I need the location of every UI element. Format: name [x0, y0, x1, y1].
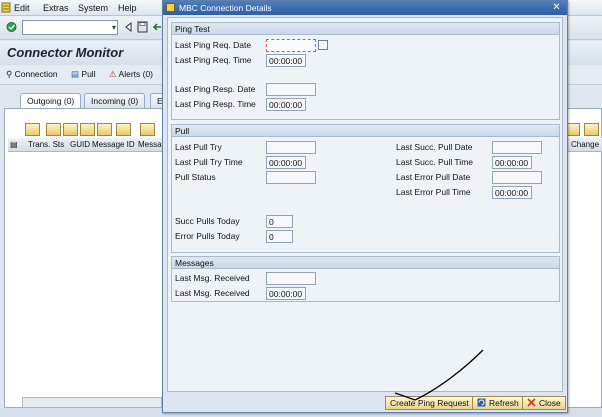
- pull-status-label: Pull Status: [175, 172, 216, 182]
- pull-icon: ▤: [71, 69, 80, 79]
- last-succ-pull-time-field[interactable]: [492, 156, 532, 169]
- alert-icon: ⚠: [109, 69, 117, 79]
- page-title: Connector Monitor: [7, 45, 124, 60]
- find-icon[interactable]: [80, 123, 95, 136]
- last-error-pull-date-field[interactable]: [492, 171, 542, 184]
- refresh-label: Refresh: [489, 398, 519, 408]
- sort-asc-icon[interactable]: [46, 123, 61, 136]
- filter-icon[interactable]: [116, 123, 131, 136]
- horizontal-scrollbar[interactable]: [22, 397, 162, 408]
- last-pull-try-label: Last Pull Try: [175, 142, 222, 152]
- last-pull-try-time-field[interactable]: [266, 156, 306, 169]
- ping-req-time-label: Last Ping Req. Time: [175, 55, 252, 65]
- menu-extras[interactable]: Extras: [43, 3, 69, 13]
- dialog-title: MBC Connection Details: [179, 3, 272, 13]
- last-msg-received-time-field[interactable]: [266, 287, 306, 300]
- enter-icon[interactable]: [6, 21, 17, 33]
- close-button[interactable]: Close: [522, 396, 566, 410]
- col-messa[interactable]: Messa: [138, 140, 162, 149]
- tab-incoming[interactable]: Incoming (0): [84, 93, 146, 108]
- error-pulls-today-label: Error Pulls Today: [175, 231, 240, 241]
- ping-resp-time-label: Last Ping Resp. Time: [175, 99, 256, 109]
- succ-pulls-today-field[interactable]: [266, 215, 293, 228]
- last-succ-pull-date-field[interactable]: [492, 141, 542, 154]
- last-error-pull-time-label: Last Error Pull Time: [396, 187, 471, 197]
- messages-header: Messages: [172, 257, 559, 269]
- ping-resp-time-field[interactable]: [266, 98, 306, 111]
- dialog-footer: Create Ping Request Refresh Close: [167, 394, 566, 412]
- last-succ-pull-time-label: Last Succ. Pull Time: [396, 157, 474, 167]
- close-label: Close: [539, 398, 561, 408]
- col-change[interactable]: Change: [571, 140, 599, 149]
- find-next-icon[interactable]: [97, 123, 112, 136]
- pull-group: Pull Last Pull Try Last Pull Try Time Pu…: [171, 124, 560, 253]
- create-ping-request-button[interactable]: Create Ping Request: [385, 396, 474, 410]
- col-trans-sts[interactable]: Trans. Sts: [28, 140, 64, 149]
- last-error-pull-time-field[interactable]: [492, 186, 532, 199]
- last-msg-received-time-label: Last Msg. Received: [175, 288, 250, 298]
- messages-group: Messages Last Msg. Received Last Msg. Re…: [171, 256, 560, 302]
- ping-req-date-label: Last Ping Req. Date: [175, 40, 252, 50]
- alerts-label: Alerts (0): [118, 69, 154, 79]
- ping-req-date-field[interactable]: [266, 39, 316, 52]
- ping-resp-date-field[interactable]: [266, 83, 316, 96]
- succ-pulls-today-label: Succ Pulls Today: [175, 216, 240, 226]
- refresh-icon: [477, 398, 486, 407]
- mbc-connection-dialog: MBC Connection Details ✕ Ping Test Last …: [162, 0, 568, 413]
- connection-button[interactable]: ⚲ Connection: [6, 69, 58, 80]
- error-pulls-today-field[interactable]: [266, 230, 293, 243]
- dialog-close-icon[interactable]: ✕: [551, 2, 562, 13]
- command-field[interactable]: ▾: [22, 20, 118, 35]
- alerts-button[interactable]: ⚠ Alerts (0): [109, 69, 153, 80]
- last-succ-pull-date-label: Last Succ. Pull Date: [396, 142, 473, 152]
- pull-header: Pull: [172, 125, 559, 137]
- alv-more-icon[interactable]: [584, 123, 599, 136]
- calendar-help-icon[interactable]: [318, 40, 328, 50]
- dialog-title-bar: MBC Connection Details ✕: [163, 1, 567, 15]
- select-all-icon[interactable]: ▤: [10, 140, 18, 149]
- close-icon: [527, 398, 536, 407]
- sort-desc-icon[interactable]: [63, 123, 78, 136]
- refresh-button[interactable]: Refresh: [472, 396, 524, 410]
- last-pull-try-time-label: Last Pull Try Time: [175, 157, 243, 167]
- pull-label: Pull: [81, 69, 96, 79]
- back-icon[interactable]: [123, 21, 134, 33]
- last-msg-received-label: Last Msg. Received: [175, 273, 250, 283]
- col-guid[interactable]: GUID: [70, 140, 90, 149]
- pull-status-field[interactable]: [266, 171, 316, 184]
- dialog-system-icon: [166, 3, 175, 12]
- last-msg-received-field[interactable]: [266, 272, 316, 285]
- ping-test-group: Ping Test Last Ping Req. Date Last Ping …: [171, 22, 560, 120]
- connection-icon: ⚲: [6, 69, 13, 79]
- save-icon[interactable]: [137, 21, 148, 33]
- last-pull-try-field[interactable]: [266, 141, 316, 154]
- menu-system[interactable]: System: [78, 3, 108, 13]
- last-error-pull-date-label: Last Error Pull Date: [396, 172, 471, 182]
- ping-test-header: Ping Test: [172, 23, 559, 35]
- menu-help[interactable]: Help: [118, 3, 137, 13]
- tab-outgoing[interactable]: Outgoing (0): [20, 93, 82, 108]
- pull-button[interactable]: ▤ Pull: [71, 69, 96, 80]
- col-message-id[interactable]: Message ID: [92, 140, 135, 149]
- detail-icon[interactable]: [25, 123, 40, 136]
- ping-req-time-field[interactable]: [266, 54, 306, 67]
- system-menu-icon[interactable]: [1, 2, 11, 13]
- command-dropdown-icon[interactable]: ▾: [112, 23, 116, 32]
- connection-label: Connection: [14, 69, 58, 79]
- layout-icon[interactable]: [140, 123, 155, 136]
- dialog-body: Ping Test Last Ping Req. Date Last Ping …: [167, 17, 563, 392]
- menu-edit[interactable]: Edit: [14, 3, 30, 13]
- ping-resp-date-label: Last Ping Resp. Date: [175, 84, 256, 94]
